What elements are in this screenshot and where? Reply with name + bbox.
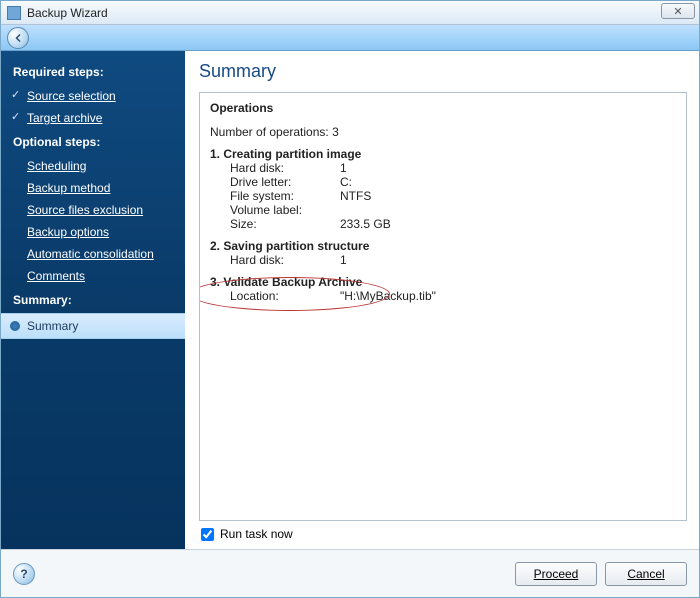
sidebar-item-backup-options[interactable]: Backup options xyxy=(1,221,185,243)
step1-harddisk: Hard disk:1 xyxy=(210,161,676,175)
sidebar-item-source-exclusion[interactable]: Source files exclusion xyxy=(1,199,185,221)
step1-driveletter: Drive letter:C: xyxy=(210,175,676,189)
sidebar: Required steps: Source selection Target … xyxy=(1,51,185,549)
step2-title: 2. Saving partition structure xyxy=(210,239,676,253)
step3-location: Location:"H:\MyBackup.tib" xyxy=(210,289,676,303)
help-icon: ? xyxy=(20,567,27,581)
num-ops-value: 3 xyxy=(332,125,339,139)
run-task-row: Run task now xyxy=(199,521,687,541)
step1-title: 1. Creating partition image xyxy=(210,147,676,161)
help-button[interactable]: ? xyxy=(13,563,35,585)
value: 233.5 GB xyxy=(340,217,391,231)
run-task-checkbox[interactable] xyxy=(201,528,214,541)
close-icon: ✕ xyxy=(673,5,682,18)
step1-size: Size:233.5 GB xyxy=(210,217,676,231)
num-ops-row: Number of operations: 3 xyxy=(210,125,676,139)
window-title: Backup Wizard xyxy=(27,6,108,20)
sidebar-item-summary[interactable]: Summary xyxy=(1,313,185,339)
app-icon xyxy=(7,6,21,20)
summary-box: Operations Number of operations: 3 1. Cr… xyxy=(199,92,687,521)
required-steps-heading: Required steps: xyxy=(1,59,185,85)
sidebar-item-label: Source selection xyxy=(27,89,116,103)
sidebar-item-target-archive[interactable]: Target archive xyxy=(1,107,185,129)
sidebar-item-label: Scheduling xyxy=(27,159,86,173)
sidebar-item-auto-consolidation[interactable]: Automatic consolidation xyxy=(1,243,185,265)
sidebar-item-label: Backup method xyxy=(27,181,110,195)
close-button[interactable]: ✕ xyxy=(661,3,695,19)
optional-steps-heading: Optional steps: xyxy=(1,129,185,155)
value: 1 xyxy=(340,253,347,267)
titlebar: Backup Wizard ✕ xyxy=(1,1,699,25)
label: Size: xyxy=(230,217,340,231)
page-title: Summary xyxy=(199,61,687,82)
label: Hard disk: xyxy=(230,253,340,267)
label: Location: xyxy=(230,289,340,303)
sidebar-item-label: Comments xyxy=(27,269,85,283)
run-task-label: Run task now xyxy=(220,527,293,541)
sidebar-item-source-selection[interactable]: Source selection xyxy=(1,85,185,107)
label: Drive letter: xyxy=(230,175,340,189)
sidebar-item-label: Backup options xyxy=(27,225,109,239)
header-ribbon xyxy=(1,25,699,51)
proceed-button[interactable]: Proceed xyxy=(515,562,597,586)
value: NTFS xyxy=(340,189,371,203)
footer: ? Proceed Cancel xyxy=(1,549,699,597)
label: Volume label: xyxy=(230,203,340,217)
step2-harddisk: Hard disk:1 xyxy=(210,253,676,267)
value: 1 xyxy=(340,161,347,175)
sidebar-item-label: Summary xyxy=(27,319,78,333)
sidebar-item-backup-method[interactable]: Backup method xyxy=(1,177,185,199)
sidebar-item-label: Automatic consolidation xyxy=(27,247,154,261)
value: C: xyxy=(340,175,352,189)
main-panel: Summary Operations Number of operations:… xyxy=(185,51,699,549)
step3-title: 3. Validate Backup Archive xyxy=(210,275,676,289)
sidebar-item-comments[interactable]: Comments xyxy=(1,265,185,287)
sidebar-item-label: Source files exclusion xyxy=(27,203,143,217)
summary-heading: Summary: xyxy=(1,287,185,313)
cancel-button[interactable]: Cancel xyxy=(605,562,687,586)
arrow-left-icon xyxy=(12,32,24,44)
label: Hard disk: xyxy=(230,161,340,175)
label: File system: xyxy=(230,189,340,203)
num-ops-label: Number of operations: xyxy=(210,125,329,139)
sidebar-item-scheduling[interactable]: Scheduling xyxy=(1,155,185,177)
step1-filesystem: File system:NTFS xyxy=(210,189,676,203)
back-button[interactable] xyxy=(7,27,29,49)
operations-heading: Operations xyxy=(210,101,676,115)
value: "H:\MyBackup.tib" xyxy=(340,289,436,303)
step1-volumelabel: Volume label: xyxy=(210,203,676,217)
body-area: Required steps: Source selection Target … xyxy=(1,51,699,549)
sidebar-item-label: Target archive xyxy=(27,111,102,125)
